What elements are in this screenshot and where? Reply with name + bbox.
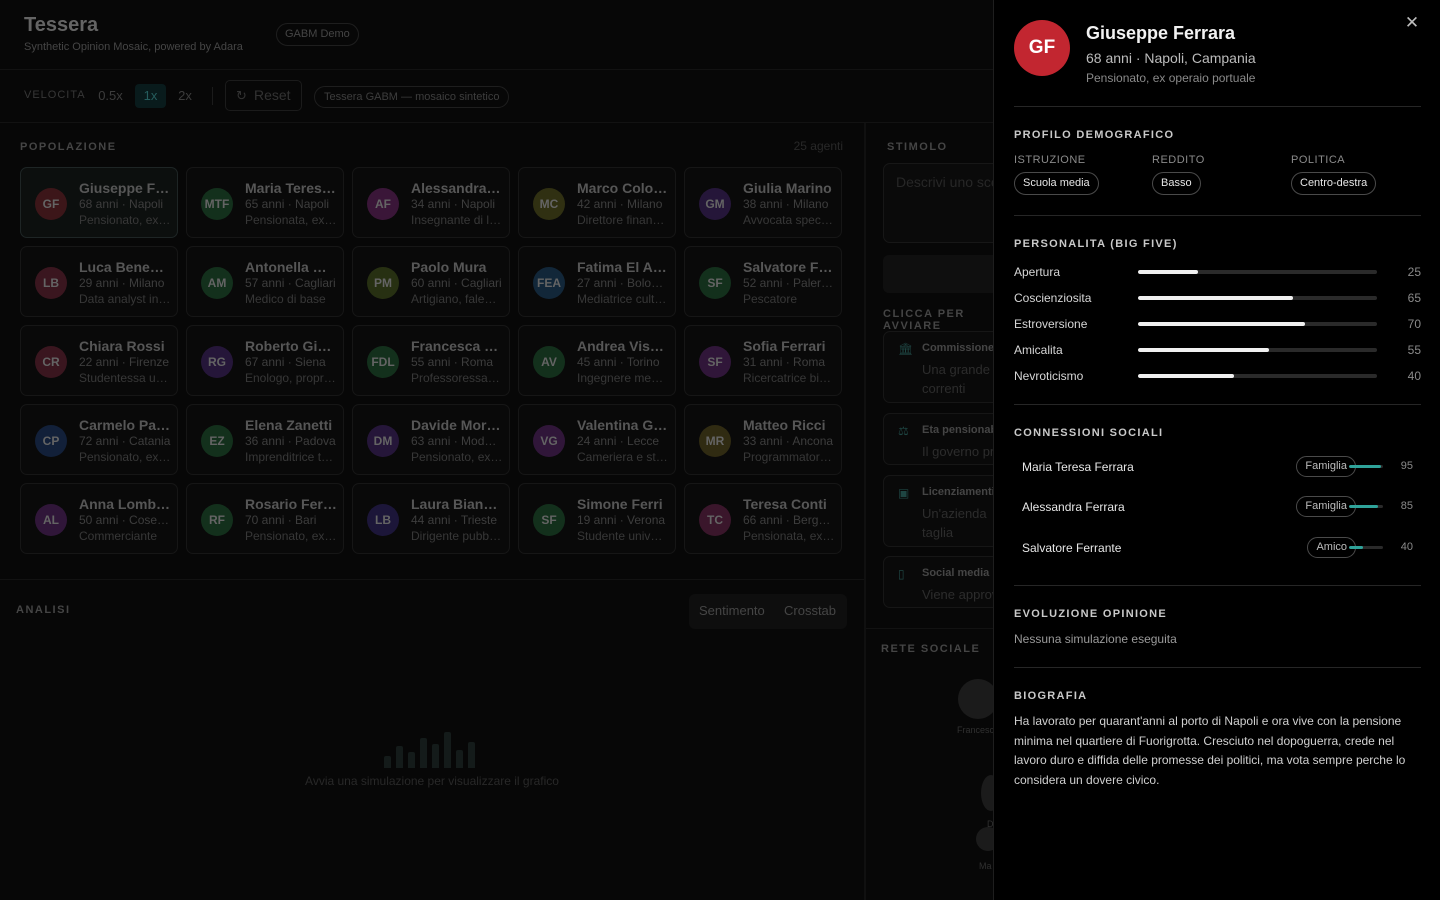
politics-label: POLITICA — [1291, 154, 1346, 166]
relation-chip: Famiglia — [1296, 496, 1356, 517]
agent-name: Giuseppe Ferrara — [1086, 23, 1236, 43]
trait-value: 70 — [1407, 317, 1421, 331]
divider — [1014, 667, 1421, 668]
trait-bar-fill — [1138, 348, 1270, 352]
connection-name[interactable]: Salvatore Ferrante — [1022, 541, 1121, 555]
connection-strength-value: 85 — [1400, 500, 1413, 512]
modal-backdrop[interactable] — [0, 0, 993, 900]
connection-strength-value: 40 — [1400, 541, 1413, 553]
income-chip: Basso — [1152, 172, 1201, 195]
biography-title: BIOGRAFIA — [1014, 690, 1088, 702]
trait-bar-fill — [1138, 322, 1306, 326]
demographic-title: PROFILO DEMOGRAFICO — [1014, 129, 1175, 141]
trait-value: 65 — [1407, 291, 1421, 305]
politics-chip: Centro-destra — [1291, 172, 1377, 195]
trait-name: Apertura — [1014, 265, 1061, 279]
divider — [1014, 215, 1421, 216]
connection-name[interactable]: Maria Teresa Ferrara — [1022, 460, 1134, 474]
biography-text: Ha lavorato per quarant'anni al porto di… — [1014, 714, 1406, 787]
divider — [1014, 404, 1421, 405]
trait-name: Coscienziosita — [1014, 291, 1092, 305]
connection-strength-value: 95 — [1400, 460, 1413, 472]
connections-title: CONNESSIONI SOCIALI — [1014, 427, 1164, 439]
income-label: REDDITO — [1152, 154, 1205, 166]
app-root: Tessera Synthetic Opinion Mosaic, powere… — [0, 0, 1440, 900]
connection-strength-bar — [1349, 465, 1383, 468]
close-icon[interactable]: ✕ — [1402, 13, 1422, 33]
connection-strength-bar — [1349, 505, 1383, 508]
trait-value: 40 — [1407, 369, 1421, 383]
education-label: ISTRUZIONE — [1014, 154, 1086, 166]
trait-bar — [1138, 296, 1377, 300]
trait-name: Estroversione — [1014, 317, 1088, 331]
agent-detail-panel: ✕ GF Giuseppe Ferrara 68 anni · Napoli, … — [993, 0, 1440, 900]
trait-value: 25 — [1407, 265, 1421, 279]
personality-title: PERSONALITA (BIG FIVE) — [1014, 238, 1178, 250]
divider — [1014, 106, 1421, 107]
divider — [1014, 585, 1421, 586]
education-chip: Scuola media — [1014, 172, 1099, 195]
avatar: GF — [1014, 20, 1070, 76]
trait-name: Amicalita — [1014, 343, 1063, 357]
trait-name: Nevroticismo — [1014, 369, 1084, 383]
evolution-title: EVOLUZIONE OPINIONE — [1014, 608, 1168, 620]
trait-bar-fill — [1138, 296, 1294, 300]
trait-bar — [1138, 270, 1377, 274]
connection-strength-bar — [1349, 546, 1383, 549]
connection-strength-fill — [1349, 465, 1382, 468]
connection-name[interactable]: Alessandra Ferrara — [1022, 500, 1125, 514]
trait-bar-fill — [1138, 270, 1198, 274]
agent-job: Pensionato, ex operaio portuale — [1086, 71, 1256, 85]
trait-bar — [1138, 374, 1377, 378]
trait-bar — [1138, 348, 1377, 352]
connection-strength-fill — [1349, 546, 1363, 549]
evolution-empty-text: Nessuna simulazione eseguita — [1014, 632, 1177, 646]
trait-bar — [1138, 322, 1377, 326]
trait-bar-fill — [1138, 374, 1234, 378]
trait-value: 55 — [1407, 343, 1421, 357]
agent-meta: 68 anni · Napoli, Campania — [1086, 50, 1256, 66]
relation-chip: Famiglia — [1296, 456, 1356, 477]
connection-strength-fill — [1349, 505, 1378, 508]
